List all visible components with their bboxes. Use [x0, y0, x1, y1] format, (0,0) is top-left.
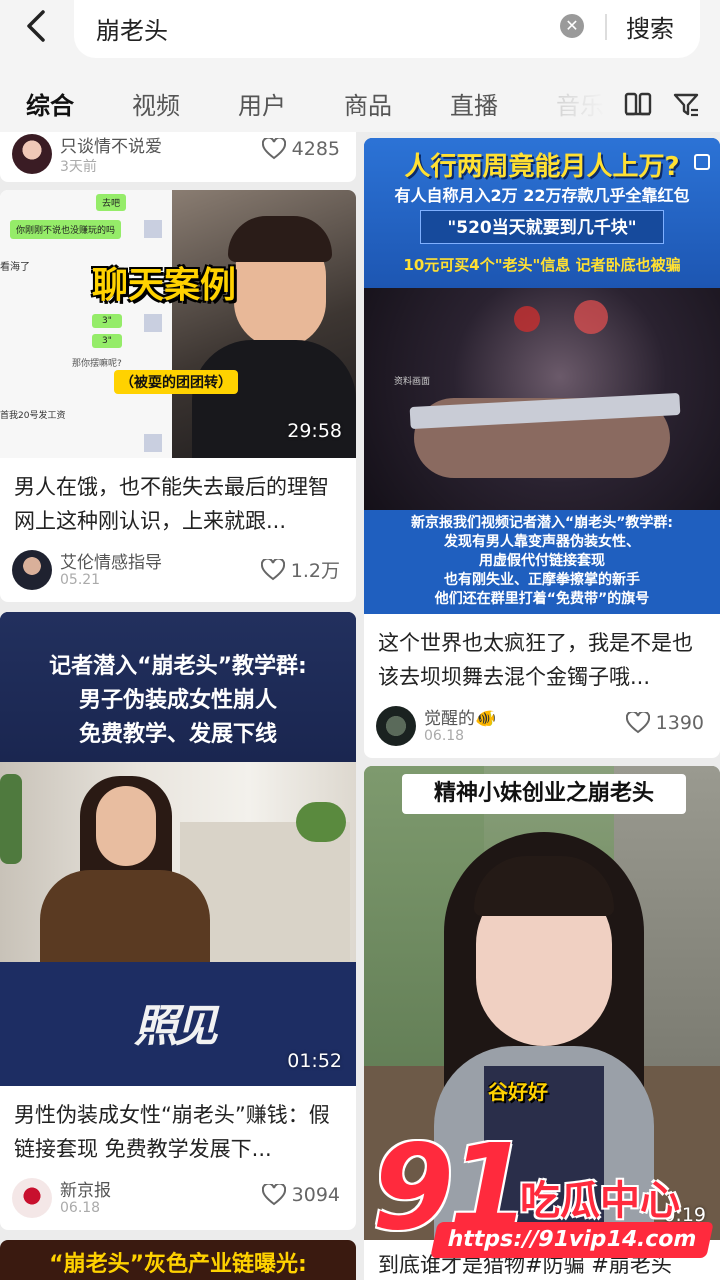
tab-all[interactable]: 综合 [26, 86, 74, 121]
presenter-photo [172, 190, 356, 458]
heart-icon [260, 558, 285, 580]
author-row: 只谈情不说爱 3天前 4285 [12, 132, 344, 176]
thumbnail-line: 发现有男人靠变声器伪装女性、 [444, 534, 640, 550]
avatar[interactable] [12, 550, 52, 590]
tab-goods[interactable]: 商品 [344, 86, 392, 121]
author-name[interactable]: 只谈情不说爱 [60, 132, 162, 157]
clear-search-icon[interactable]: ✕ [560, 14, 584, 38]
chat-bubble: 去吧 [96, 194, 127, 211]
video-duration: 01:52 [287, 1050, 342, 1072]
post-date: 3天前 [60, 159, 97, 175]
result-card-4[interactable]: 人行两周竟能月人上万? 有人自称月入2万 22万存款几乎全靠红包 "520当天就… [364, 138, 720, 758]
chat-bubble: 看海了 [0, 262, 30, 273]
card-title[interactable]: 这个世界也太疯狂了，我是不是也该去坝坝舞去混个金镯子哦... [378, 626, 708, 694]
thumbnail-line: 他们还在群里打着“免费带”的旗号 [434, 591, 650, 607]
chat-bubble: 那你摆嘛呢? [72, 359, 122, 369]
back-arrow-icon [27, 10, 45, 42]
layout-toggle-icon[interactable] [624, 90, 652, 118]
card-title[interactable]: 男人在饿，也不能失去最后的理智 网上这种刚认识，上来就跟... [14, 470, 344, 538]
tab-video[interactable]: 视频 [132, 86, 180, 121]
avatar[interactable] [12, 1178, 52, 1218]
search-box[interactable]: 崩老头 ✕ 搜索 [74, 0, 700, 58]
video-thumbnail[interactable]: 去吧 你刚刚不说也没赚玩的吗 看海了 3" 3" 那你摆嘛呢? 首我20号发工资… [0, 190, 356, 458]
multi-image-icon [694, 154, 710, 170]
thumbnail-quote: "520当天就要到几千块" [420, 210, 664, 244]
like-count[interactable]: 4285 [261, 138, 340, 160]
heart-icon [261, 1184, 286, 1206]
divider [605, 14, 607, 40]
tab-live[interactable]: 直播 [450, 86, 498, 121]
like-count-text: 1390 [655, 712, 704, 734]
watermark-url: https://91vip14.com [430, 1222, 714, 1258]
thumbnail-line: 有人自称月入2万 22万存款几乎全靠红包 [394, 186, 690, 205]
result-card-3[interactable]: “崩老头”灰色产业链曝光: [0, 1240, 356, 1280]
thumbnail-subtitle: （被耍的团团转） [114, 370, 238, 394]
post-date: 05.21 [60, 572, 101, 588]
thumbnail-line: 用虚假代付链接套现 [479, 553, 605, 569]
author-name[interactable]: 新京报 [60, 1176, 111, 1201]
chat-bubble: 你刚刚不说也没赚玩的吗 [10, 220, 122, 239]
result-card-1[interactable]: 去吧 你刚刚不说也没赚玩的吗 看海了 3" 3" 那你摆嘛呢? 首我20号发工资… [0, 190, 356, 602]
video-duration: 29:58 [287, 420, 342, 442]
like-count[interactable]: 1390 [625, 712, 704, 734]
chat-bubble: 首我20号发工资 [0, 411, 66, 421]
thumbnail-title: “崩老头”灰色产业链曝光: [49, 1252, 307, 1277]
result-tabs: 综合 视频 用户 商品 直播 音乐 [0, 82, 720, 126]
like-count-text: 3094 [291, 1184, 340, 1206]
search-results-page: 崩老头 ✕ 搜索 综合 视频 用户 商品 直播 音乐 [0, 0, 720, 1280]
author-row: 艾伦情感指导 05.21 1.2万 [12, 548, 344, 592]
thumbnail-line: 新京报我们视频记者潜入“崩老头”教学群: [411, 515, 673, 531]
chat-bubble: 3" [92, 334, 122, 348]
thumbnail-headline: 人行两周竟能月人上万? [404, 152, 680, 182]
post-date: 06.18 [424, 728, 465, 744]
thumbnail-title: 精神小妹创业之崩老头 [402, 774, 686, 814]
author-name[interactable]: 觉醒的🐠 [424, 704, 496, 729]
avatar[interactable] [376, 706, 416, 746]
avatar[interactable] [12, 134, 52, 174]
like-count[interactable]: 1.2万 [260, 556, 340, 583]
result-card-2[interactable]: 记者潜入“崩老头”教学群: 男子伪装成女性崩人 免费教学、发展下线 照见 01:… [0, 612, 356, 1230]
phone-photo: 资料画面 [364, 288, 720, 510]
card-title[interactable]: 男性伪装成女性“崩老头”赚钱：假链接套现 免费教学发展下... [14, 1098, 344, 1166]
post-date: 06.18 [60, 1200, 101, 1216]
like-count[interactable]: 3094 [261, 1184, 340, 1206]
back-button[interactable] [16, 6, 56, 46]
search-button[interactable]: 搜索 [626, 9, 674, 44]
brand-logo: 照见 [134, 1001, 218, 1052]
heart-icon [625, 712, 650, 734]
search-input[interactable]: 崩老头 [96, 11, 168, 46]
author-row: 新京报 06.18 3094 [12, 1176, 344, 1220]
thumbnail-subtitle: 谷好好 [488, 1080, 548, 1104]
author-name[interactable]: 艾伦情感指导 [60, 548, 162, 573]
thumbnail-line: 记者潜入“崩老头”教学群: [49, 654, 307, 679]
like-count-text: 1.2万 [290, 560, 340, 582]
tabs-fade [530, 82, 620, 126]
author-row: 觉醒的🐠 06.18 1390 [376, 704, 708, 748]
thumbnail-line: 也有刚失业、正摩拳擦掌的新手 [444, 572, 640, 588]
thumbnail-line: 男子伪装成女性崩人 [78, 688, 277, 713]
thumbnail-line: 10元可买4个"老头"信息 记者卧底也被骗 [403, 256, 681, 274]
filter-icon[interactable] [672, 90, 700, 118]
chat-bubble: 3" [92, 314, 122, 328]
thumbnail-title: 聊天案例 [92, 265, 237, 306]
chat-screenshot: 去吧 你刚刚不说也没赚玩的吗 看海了 3" 3" 那你摆嘛呢? 首我20号发工资 [0, 190, 172, 458]
video-thumbnail[interactable]: 记者潜入“崩老头”教学群: 男子伪装成女性崩人 免费教学、发展下线 照见 01:… [0, 612, 356, 1086]
heart-icon [261, 138, 286, 160]
header: 崩老头 ✕ 搜索 综合 视频 用户 商品 直播 音乐 [0, 0, 720, 132]
photo-label: 资料画面 [394, 377, 431, 387]
watermark-text: 吃瓜中心 [520, 1178, 680, 1224]
presenter-photo [0, 762, 356, 962]
like-count-text: 4285 [291, 138, 340, 160]
tab-users[interactable]: 用户 [238, 86, 286, 121]
thumbnail-line: 免费教学、发展下线 [78, 722, 277, 747]
video-thumbnail[interactable]: 人行两周竟能月人上万? 有人自称月入2万 22万存款几乎全靠红包 "520当天就… [364, 138, 720, 614]
